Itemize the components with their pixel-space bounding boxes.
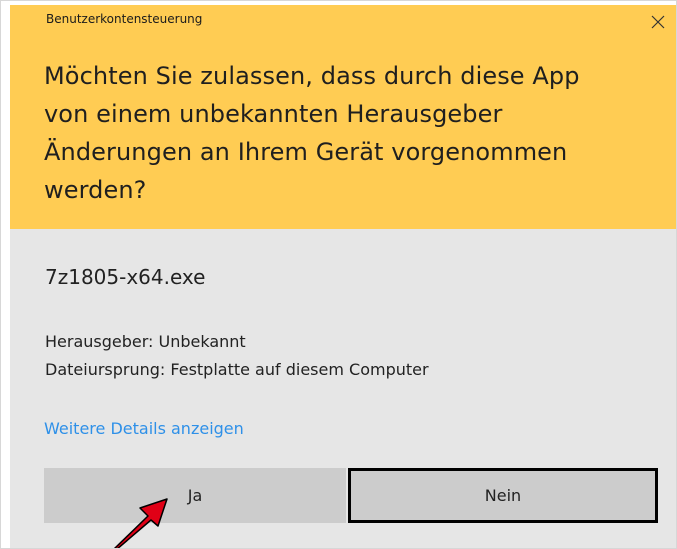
- uac-dialog: Benutzerkontensteuerung Möchten Sie zula…: [0, 0, 677, 549]
- origin-line: Dateiursprung: Festplatte auf diesem Com…: [45, 360, 429, 379]
- close-icon-glyph: [651, 15, 665, 29]
- yes-button[interactable]: Ja: [44, 468, 346, 523]
- dialog-question: Möchten Sie zulassen, dass durch diese A…: [44, 62, 580, 204]
- no-button-label: Nein: [484, 485, 522, 505]
- dialog-title: Benutzerkontensteuerung: [46, 12, 203, 26]
- program-details: Herausgeber: Unbekannt Dateiursprung: Fe…: [45, 328, 429, 384]
- close-icon[interactable]: [643, 7, 673, 37]
- more-details-link[interactable]: Weitere Details anzeigen: [44, 415, 244, 443]
- no-button[interactable]: Nein: [348, 468, 658, 523]
- yes-button-label: Ja: [187, 485, 203, 505]
- program-name: 7z1805-x64.exe: [45, 265, 206, 289]
- publisher-line: Herausgeber: Unbekannt: [45, 332, 246, 351]
